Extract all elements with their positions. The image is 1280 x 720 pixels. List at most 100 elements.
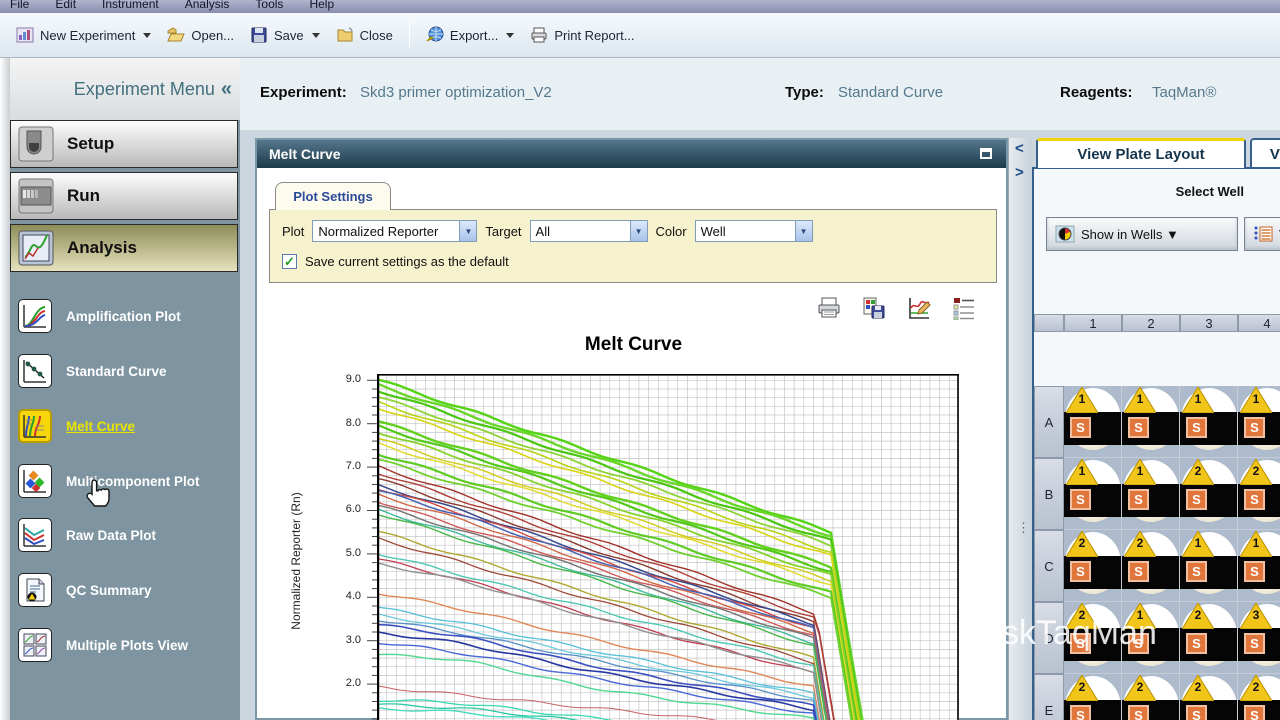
sidebar-item-multicomponent-plot[interactable]: Multicomponent Plot bbox=[10, 456, 238, 506]
well-sample-marker: S bbox=[1186, 561, 1207, 582]
multiple-plots-view-icon bbox=[18, 628, 52, 662]
edit-plot-icon[interactable] bbox=[907, 296, 931, 320]
plate-well[interactable]: 1S bbox=[1064, 458, 1122, 530]
chevron-down-icon[interactable]: ▼ bbox=[459, 221, 477, 241]
menu-help[interactable]: Help bbox=[309, 0, 334, 12]
sidebar-section-setup[interactable]: Setup bbox=[10, 120, 238, 168]
well-sample-marker: S bbox=[1128, 417, 1149, 438]
well-dye-count: 1 bbox=[1136, 392, 1144, 406]
plate-well[interactable]: 1S bbox=[1122, 458, 1180, 530]
sidebar-item-multiple-plots-view[interactable]: Multiple Plots View bbox=[10, 620, 238, 670]
plate-well[interactable]: 2S bbox=[1122, 530, 1180, 602]
plate-well[interactable]: 2S bbox=[1238, 674, 1280, 720]
plate-well[interactable]: 1S bbox=[1122, 386, 1180, 458]
plate-row-label[interactable]: C bbox=[1034, 530, 1064, 602]
sidebar-item-raw-data-plot[interactable]: Raw Data Plot bbox=[10, 510, 238, 560]
well-dye-count: 1 bbox=[1194, 392, 1202, 406]
sidebar-section-run[interactable]: Run bbox=[10, 172, 238, 220]
plate-column-header[interactable]: 1 bbox=[1064, 314, 1122, 332]
y-axis-tick-label: 2.0 bbox=[345, 677, 361, 690]
well-sample-marker: S bbox=[1244, 633, 1265, 654]
well-dye-count: 1 bbox=[1136, 464, 1144, 478]
plate-row-label[interactable]: A bbox=[1034, 386, 1064, 458]
close-folder-icon bbox=[337, 27, 353, 42]
collapse-sidebar-icon[interactable]: « bbox=[221, 78, 232, 101]
show-in-wells-button[interactable]: Show in Wells ▼ bbox=[1046, 217, 1238, 251]
sidebar-item-amplification-plot[interactable]: Amplification Plot bbox=[10, 291, 238, 341]
close-label: Close bbox=[359, 27, 393, 43]
plate-well[interactable]: 2S bbox=[1180, 602, 1238, 674]
experiment-menu-sidebar: Experiment Menu « Setup Run Analysis Amp… bbox=[0, 58, 240, 720]
sidebar-item-melt-curve[interactable]: Melt Curve bbox=[10, 401, 238, 451]
chevron-down-icon[interactable]: ▼ bbox=[794, 221, 812, 241]
well-sample-marker: S bbox=[1128, 561, 1149, 582]
menu-edit[interactable]: Edit bbox=[55, 0, 76, 12]
sidebar-section-analysis[interactable]: Analysis bbox=[10, 224, 238, 272]
plate-well[interactable]: 2S bbox=[1064, 530, 1122, 602]
open-label: Open... bbox=[191, 27, 235, 43]
melt-curve-plot-area bbox=[377, 374, 959, 720]
save-default-checkbox[interactable]: ✓ bbox=[282, 254, 297, 269]
menu-analysis[interactable]: Analysis bbox=[185, 0, 230, 12]
sidebar-item-standard-curve[interactable]: Standard Curve bbox=[10, 346, 238, 396]
divider-drag-handle[interactable]: ⋮ bbox=[1017, 520, 1030, 536]
chart-title: Melt Curve bbox=[584, 334, 683, 355]
plate-well[interactable]: 1S bbox=[1238, 530, 1280, 602]
export-button[interactable]: Export... bbox=[418, 22, 522, 48]
menu-file[interactable]: File bbox=[10, 0, 29, 12]
well-sample-marker: S bbox=[1186, 633, 1207, 654]
plate-well[interactable]: 2S bbox=[1180, 458, 1238, 530]
chevron-down-icon[interactable]: ▼ bbox=[629, 221, 647, 241]
plate-well[interactable]: 2S bbox=[1180, 674, 1238, 720]
print-report-button[interactable]: Print Report... bbox=[522, 22, 642, 48]
plot-settings-tab[interactable]: Plot Settings bbox=[275, 182, 391, 210]
print-plot-icon[interactable] bbox=[817, 296, 841, 320]
export-globe-icon bbox=[426, 26, 444, 42]
new-experiment-button[interactable]: New Experiment bbox=[8, 22, 159, 48]
save-plot-image-icon[interactable] bbox=[862, 296, 886, 320]
target-dropdown[interactable]: All ▼ bbox=[529, 220, 648, 242]
plate-well[interactable]: 1S bbox=[1180, 386, 1238, 458]
well-sample-marker: S bbox=[1070, 705, 1091, 720]
well-dye-count: 1 bbox=[1194, 536, 1202, 550]
plate-row-label[interactable]: E bbox=[1034, 674, 1064, 720]
analysis-icon bbox=[18, 230, 54, 266]
tab-view-well-table[interactable]: Vie bbox=[1250, 138, 1280, 168]
plate-column-header[interactable]: 4 bbox=[1238, 314, 1280, 332]
plate-well[interactable]: 1S bbox=[1238, 386, 1280, 458]
plate-well[interactable]: 1S bbox=[1180, 530, 1238, 602]
plate-well[interactable]: 2S bbox=[1238, 458, 1280, 530]
plate-column-header[interactable]: 3 bbox=[1180, 314, 1238, 332]
view-legend-button[interactable]: Vie bbox=[1244, 217, 1280, 251]
plate-row-label[interactable]: B bbox=[1034, 458, 1064, 530]
tab-view-plate-layout[interactable]: View Plate Layout bbox=[1036, 138, 1246, 168]
y-axis-tick-label: 8.0 bbox=[345, 416, 361, 429]
run-label: Run bbox=[67, 186, 101, 205]
y-axis-tick-label: 7.0 bbox=[345, 460, 361, 473]
open-button[interactable]: Open... bbox=[159, 22, 242, 48]
color-dropdown[interactable]: Well ▼ bbox=[694, 220, 813, 242]
plate-corner-cell bbox=[1034, 314, 1064, 332]
well-dye-count: 2 bbox=[1136, 680, 1144, 694]
plot-dropdown[interactable]: Normalized Reporter ▼ bbox=[312, 220, 478, 242]
well-sample-marker: S bbox=[1186, 417, 1207, 438]
plate-column-header[interactable]: 2 bbox=[1122, 314, 1180, 332]
legend-icon[interactable] bbox=[952, 296, 976, 320]
plot-settings-box: Plot Normalized Reporter ▼ Target All ▼ … bbox=[269, 209, 997, 283]
menu-instrument[interactable]: Instrument bbox=[102, 0, 159, 12]
menu-tools[interactable]: Tools bbox=[255, 0, 283, 12]
undock-panel-icon[interactable] bbox=[980, 148, 992, 159]
expand-right-panel-icon[interactable]: > bbox=[1015, 164, 1024, 181]
save-button[interactable]: Save bbox=[242, 22, 328, 48]
plate-well[interactable]: 1S bbox=[1064, 386, 1122, 458]
plate-well[interactable]: 2S bbox=[1122, 674, 1180, 720]
well-sample-marker: S bbox=[1244, 561, 1265, 582]
plate-well[interactable]: 3S bbox=[1238, 602, 1280, 674]
sidebar-item-qc-summary[interactable]: QC Summary bbox=[10, 565, 238, 615]
close-button[interactable]: Close bbox=[328, 22, 401, 48]
collapse-right-panel-icon[interactable]: < bbox=[1015, 140, 1024, 157]
experiment-label: Experiment: bbox=[260, 84, 347, 101]
plate-well[interactable]: 2S bbox=[1064, 674, 1122, 720]
new-experiment-icon bbox=[16, 27, 34, 43]
melt-curve-icon bbox=[18, 409, 52, 443]
